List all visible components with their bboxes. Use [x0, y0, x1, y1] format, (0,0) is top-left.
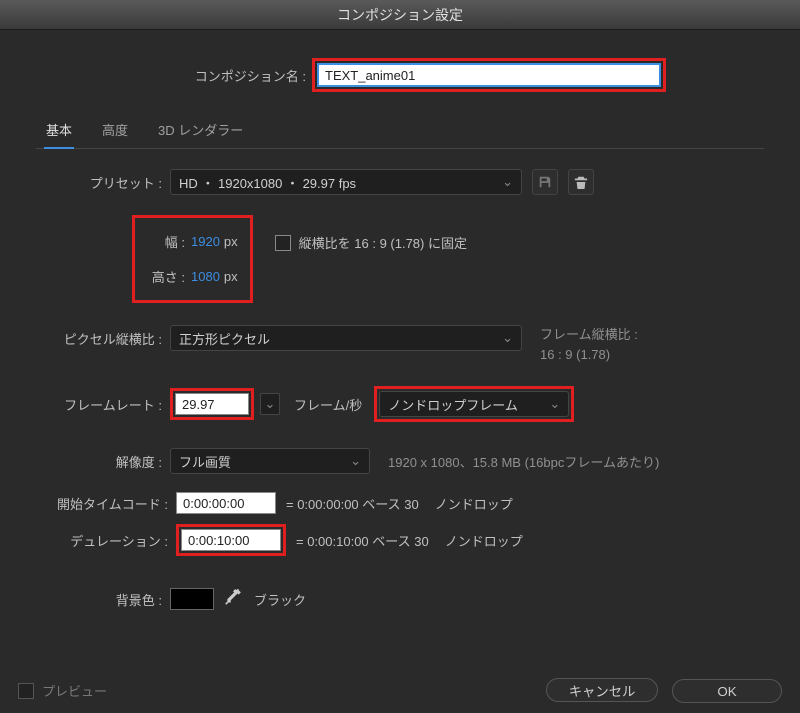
start-timecode-row: 開始タイムコード : = 0:00:00:00 ベース 30 ノンドロップ — [36, 492, 764, 514]
chevron-down-icon: ⌄ — [502, 174, 513, 190]
width-value[interactable]: 1920 — [191, 234, 220, 249]
width-row: 幅 : 1920 px — [147, 232, 238, 251]
framerate-row: フレームレート : ⌄ フレーム/秒 ノンドロップフレーム ⌄ — [36, 386, 764, 422]
pixel-aspect-value: 正方形ピクセル — [179, 329, 270, 348]
lock-aspect-checkbox[interactable] — [275, 235, 291, 251]
eyedropper-button[interactable] — [224, 589, 242, 610]
eyedropper-icon — [224, 589, 242, 607]
trash-icon — [574, 175, 588, 189]
pixel-aspect-select[interactable]: 正方形ピクセル ⌄ — [170, 325, 522, 351]
lock-aspect-row: 縦横比を 16 : 9 (1.78) に固定 — [275, 233, 467, 252]
framerate-label: フレームレート : — [36, 395, 170, 414]
dialog-title-text: コンポジション設定 — [337, 5, 463, 25]
height-unit: px — [224, 269, 238, 284]
footer-buttons: キャンセル OK — [546, 678, 782, 703]
bgcolor-row: 背景色 : ブラック — [36, 588, 764, 610]
comp-name-label: コンポジション名 : — [162, 66, 312, 85]
chevron-down-icon: ⌄ — [502, 330, 513, 346]
width-label: 幅 : — [147, 232, 191, 251]
start-timecode-drop: ノンドロップ — [435, 494, 513, 513]
frame-aspect-label: フレーム縦横比 : — [540, 325, 638, 345]
preset-row: プリセット : HD ・ 1920x1080 ・ 29.97 fps ⌄ — [36, 169, 764, 195]
save-icon — [538, 175, 552, 189]
comp-name-row: コンポジション名 : — [22, 58, 778, 92]
height-row: 高さ : 1080 px — [147, 267, 238, 286]
chevron-down-icon: ⌄ — [265, 396, 276, 412]
framerate-unit: フレーム/秒 — [294, 395, 362, 414]
start-timecode-info: = 0:00:00:00 ベース 30 — [286, 494, 419, 513]
duration-label: デュレーション : — [36, 531, 176, 550]
bgcolor-name: ブラック — [254, 590, 306, 609]
comp-name-input[interactable] — [317, 63, 661, 87]
frame-aspect-info: フレーム縦横比 : 16 : 9 (1.78) — [540, 325, 638, 364]
dimensions-highlight: 幅 : 1920 px 高さ : 1080 px — [132, 215, 253, 303]
framerate-highlight — [170, 388, 254, 420]
preset-value: HD ・ 1920x1080 ・ 29.97 fps — [179, 173, 356, 192]
tab-advanced[interactable]: 高度 — [100, 114, 130, 148]
tabs: 基本 高度 3D レンダラー — [36, 114, 764, 149]
resolution-select[interactable]: フル画質 ⌄ — [170, 448, 370, 474]
height-value[interactable]: 1080 — [191, 269, 220, 284]
height-label: 高さ : — [147, 267, 191, 286]
duration-highlight — [176, 524, 286, 556]
comp-name-highlight — [312, 58, 666, 92]
chevron-down-icon: ⌄ — [549, 396, 560, 412]
framerate-dropdown-button[interactable]: ⌄ — [260, 393, 280, 415]
tab-3d-renderer[interactable]: 3D レンダラー — [156, 114, 245, 148]
save-preset-button[interactable] — [532, 169, 558, 195]
pixel-aspect-label: ピクセル縦横比 : — [36, 325, 170, 348]
dialog-title: コンポジション設定 — [0, 0, 800, 30]
preset-select[interactable]: HD ・ 1920x1080 ・ 29.97 fps ⌄ — [170, 169, 522, 195]
duration-row: デュレーション : = 0:00:10:00 ベース 30 ノンドロップ — [36, 524, 764, 556]
framerate-input[interactable] — [175, 393, 249, 415]
tab-content-basic: プリセット : HD ・ 1920x1080 ・ 29.97 fps ⌄ 幅 :… — [22, 169, 778, 610]
tab-basic[interactable]: 基本 — [44, 114, 74, 149]
bgcolor-swatch[interactable] — [170, 588, 214, 610]
bgcolor-label: 背景色 : — [36, 590, 170, 609]
dropframe-highlight: ノンドロップフレーム ⌄ — [374, 386, 574, 422]
resolution-value: フル画質 — [179, 452, 231, 471]
chevron-down-icon: ⌄ — [350, 453, 361, 469]
width-unit: px — [224, 234, 238, 249]
dimensions-block: 幅 : 1920 px 高さ : 1080 px 縦横比を 16 : 9 (1.… — [36, 215, 764, 303]
dropframe-select[interactable]: ノンドロップフレーム ⌄ — [379, 391, 569, 417]
delete-preset-button[interactable] — [568, 169, 594, 195]
resolution-row: 解像度 : フル画質 ⌄ 1920 x 1080、15.8 MB (16bpcフ… — [36, 448, 764, 474]
duration-info: = 0:00:10:00 ベース 30 — [296, 531, 429, 550]
pixel-aspect-row: ピクセル縦横比 : 正方形ピクセル ⌄ フレーム縦横比 : 16 : 9 (1.… — [36, 325, 764, 364]
dialog-body: コンポジション名 : 基本 高度 3D レンダラー プリセット : HD ・ 1… — [0, 30, 800, 713]
preview-checkbox[interactable] — [18, 683, 34, 699]
preview-label: プレビュー — [42, 681, 107, 700]
preset-label: プリセット : — [36, 173, 170, 192]
duration-input[interactable] — [181, 529, 281, 551]
frame-aspect-value: 16 : 9 (1.78) — [540, 345, 638, 365]
start-timecode-input[interactable] — [176, 492, 276, 514]
preview-row: プレビュー — [18, 681, 107, 700]
cancel-button[interactable]: キャンセル — [546, 678, 659, 702]
lock-aspect-label: 縦横比を 16 : 9 (1.78) に固定 — [299, 233, 467, 252]
duration-drop: ノンドロップ — [445, 531, 523, 550]
ok-button[interactable]: OK — [672, 679, 782, 703]
start-timecode-label: 開始タイムコード : — [36, 494, 176, 513]
resolution-label: 解像度 : — [36, 452, 170, 471]
resolution-info: 1920 x 1080、15.8 MB (16bpcフレームあたり) — [388, 452, 659, 471]
dialog-footer: プレビュー キャンセル OK — [18, 678, 782, 703]
dropframe-value: ノンドロップフレーム — [388, 395, 518, 414]
